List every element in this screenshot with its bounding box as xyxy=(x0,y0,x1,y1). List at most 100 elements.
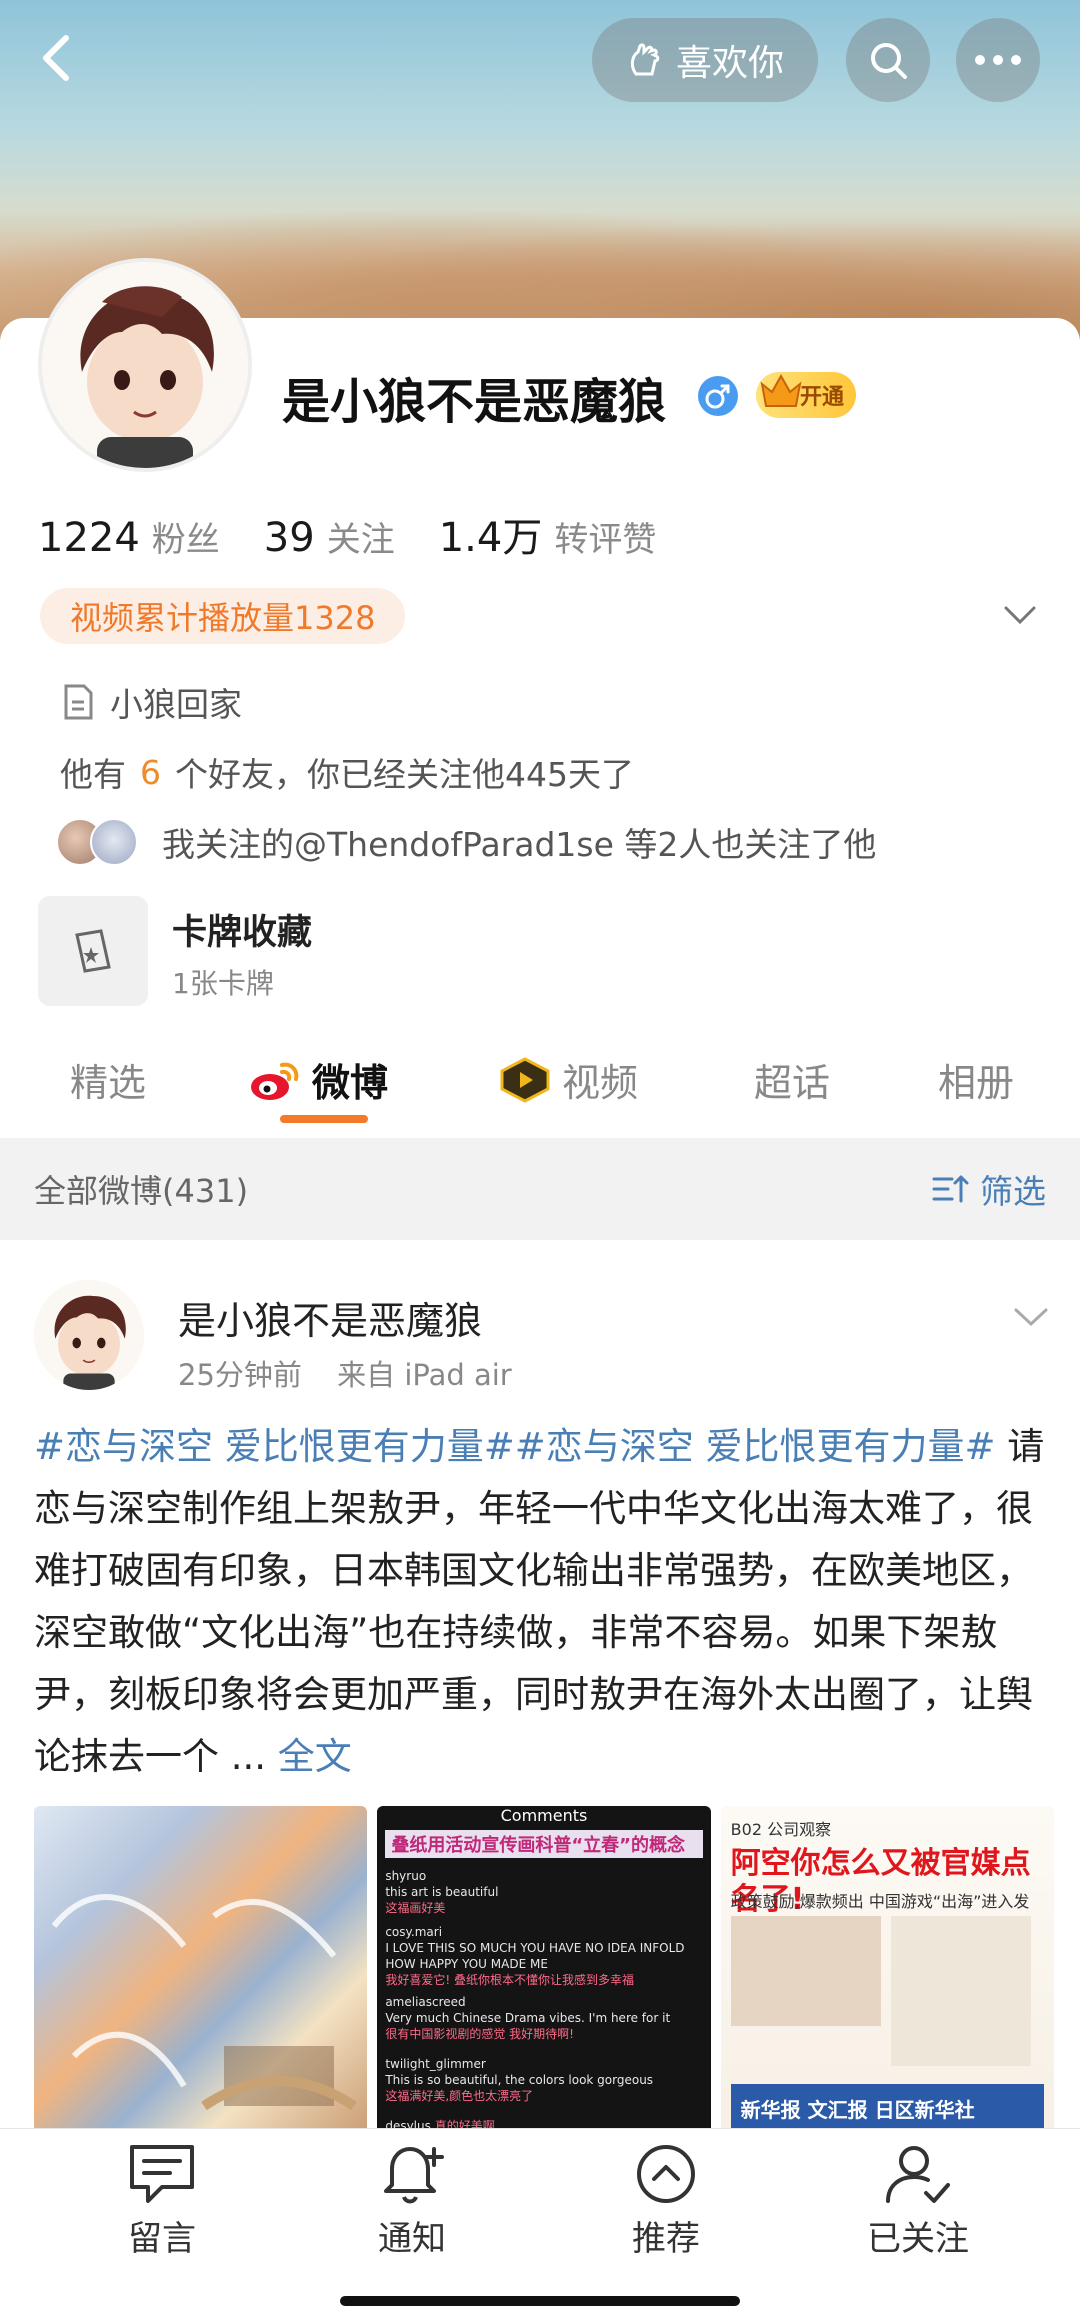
recommend-button[interactable]: 推荐 xyxy=(576,2141,756,2260)
tab-weibo[interactable]: 微博 xyxy=(248,1052,388,1107)
message-icon xyxy=(130,2145,194,2203)
like-you-label: 喜欢你 xyxy=(675,43,784,84)
post-time: 25分钟前 xyxy=(178,1358,302,1392)
post-author-name[interactable]: 是小狼不是恶魔狼 xyxy=(178,1290,482,1345)
post-options-chevron-icon[interactable] xyxy=(1010,1302,1052,1332)
profile-avatar[interactable] xyxy=(38,258,252,472)
recommend-icon xyxy=(637,2145,695,2203)
comment-user: shyruo xyxy=(385,1869,427,1883)
friends-row: 他有 6 个好友，你已经关注他445天了 xyxy=(60,748,634,796)
fans-label[interactable]: 粉丝 xyxy=(152,512,220,561)
message-label: 留言 xyxy=(128,2219,196,2259)
mutual-avatar xyxy=(90,818,138,866)
comment-user: cosy.mari xyxy=(385,1925,443,1939)
comment-user: ameliascreed xyxy=(385,1995,466,2009)
tab-video[interactable]: 视频 xyxy=(498,1052,638,1107)
recommend-label: 推荐 xyxy=(632,2219,700,2259)
friends-prefix: 他有 xyxy=(60,755,126,794)
comments-screenshot-headline: 叠纸用活动宣传画科普“立春”的概念 xyxy=(385,1830,703,1858)
mutual-follow-row[interactable]: 我关注的@ThendofParad1se 等2人也关注了他 xyxy=(56,818,876,866)
post-image-newspaper[interactable]: B02 公司观察 阿空你怎么又被官媒点名了! 政策鼓励,爆款频出 中国游戏“出海… xyxy=(720,1806,1054,2140)
tab-album[interactable]: 相册 xyxy=(938,1052,1014,1107)
weibo-post: 是小狼不是恶魔狼 25分钟前 来自 iPad air #恋与深空 爱比恨更有力量… xyxy=(0,1240,1080,2140)
following-label[interactable]: 关注 xyxy=(327,512,395,561)
filter-button[interactable]: 筛选 xyxy=(930,1165,1046,1213)
friends-count[interactable]: 6 xyxy=(140,753,161,792)
comment-text: Very much Chinese Drama vibes. I'm here … xyxy=(385,2011,671,2025)
tab-video-label: 视频 xyxy=(562,1061,639,1105)
post-source: 来自 iPad air xyxy=(337,1358,512,1392)
expand-profile-chevron-icon[interactable] xyxy=(1000,600,1040,630)
comment-text: This is so beautiful, the colors look go… xyxy=(385,2073,654,2087)
back-button[interactable] xyxy=(30,28,90,88)
comment-entry: twilight_glimmer This is so beautiful, t… xyxy=(385,2056,702,2104)
read-full-link[interactable]: 全文 xyxy=(266,1735,352,1778)
comment-user: twilight_glimmer xyxy=(385,2057,486,2071)
profile-tabs: 精选 微博 视频 超话 相册 xyxy=(0,1030,1080,1130)
reposts-likes-label: 转评赞 xyxy=(554,520,657,560)
message-button[interactable]: 留言 xyxy=(72,2141,252,2260)
hashtag-link[interactable]: #恋与深空 爱比恨更有力量# xyxy=(515,1425,996,1468)
card-collection-thumb[interactable] xyxy=(38,896,148,1006)
newspaper-image xyxy=(730,1916,881,2026)
mutual-avatars xyxy=(56,818,138,866)
following-count[interactable]: 39 xyxy=(264,515,315,561)
card-collection-title[interactable]: 卡牌收藏 xyxy=(172,904,312,955)
mutual-follow-text: 我关注的@ThendofParad1se 等2人也关注了他 xyxy=(162,825,877,864)
hand-heart-icon xyxy=(630,43,660,76)
tab-featured[interactable]: 精选 xyxy=(70,1052,146,1107)
post-author-avatar[interactable] xyxy=(34,1280,144,1390)
sort-filter-icon xyxy=(932,1175,969,1203)
newspaper-column xyxy=(890,1916,1031,2066)
comment-entry: ameliascreed Very much Chinese Drama vib… xyxy=(385,1994,702,2042)
all-weibo-count: 全部微博(431) xyxy=(34,1172,249,1210)
post-image-artwork[interactable] xyxy=(34,1806,368,2140)
comment-entry: cosy.mari I LOVE THIS SO MUCH YOU HAVE N… xyxy=(385,1924,702,1988)
comment-translation: 这福满好美,颜色也太漂亮了 xyxy=(385,2089,534,2103)
notify-label: 通知 xyxy=(378,2219,446,2259)
document-icon xyxy=(64,684,93,720)
more-button[interactable] xyxy=(956,18,1040,102)
comment-text: I LOVE THIS SO MUCH YOU HAVE NO IDEA INF… xyxy=(385,1941,685,1971)
post-image-comments[interactable]: Comments 叠纸用活动宣传画科普“立春”的概念 shyruo this a… xyxy=(377,1806,711,2140)
fans-count[interactable]: 1224 xyxy=(38,515,140,561)
tab-weibo-label: 微博 xyxy=(312,1061,389,1105)
more-dots-icon xyxy=(975,55,1021,65)
bio-row: 小狼回家 xyxy=(60,678,242,726)
comment-translation: 很有中国影视剧的感觉 我好期待啊! xyxy=(385,2027,574,2041)
card-collection-icon xyxy=(75,929,111,973)
crown-icon xyxy=(760,373,802,407)
comment-entry: shyruo this art is beautiful 这福画好美 xyxy=(385,1868,702,1916)
avatar-illustration xyxy=(42,262,248,468)
post-meta: 25分钟前 来自 iPad air xyxy=(178,1352,538,1394)
post-body: #恋与深空 爱比恨更有力量##恋与深空 爱比恨更有力量# 请恋与深空制作组上架敖… xyxy=(34,1416,1054,1788)
newspaper-footer: 新华报 文汇报 日区新华社 xyxy=(730,2084,1044,2132)
followed-label: 已关注 xyxy=(867,2219,969,2259)
followed-button[interactable]: 已关注 xyxy=(828,2141,1008,2260)
chevron-left-icon xyxy=(43,35,69,81)
tab-super-topic[interactable]: 超话 xyxy=(754,1052,830,1107)
video-plays-label: 视频累计播放量1328 xyxy=(70,599,376,637)
card-collection-subtitle: 1张卡牌 xyxy=(172,967,274,1000)
hashtag-link[interactable]: #恋与深空 爱比恨更有力量# xyxy=(34,1425,515,1468)
comment-translation: 这福画好美 xyxy=(385,1901,446,1915)
notify-button[interactable]: 通知 xyxy=(322,2141,502,2260)
reposts-likes-count: 1.4万 xyxy=(438,515,543,561)
active-tab-indicator xyxy=(280,1115,368,1123)
tab-featured-label: 精选 xyxy=(70,1061,147,1105)
feed-filter-bar: 全部微博(431) 筛选 xyxy=(0,1138,1080,1240)
comment-text: this art is beautiful xyxy=(385,1885,499,1899)
male-gender-icon xyxy=(698,376,738,416)
comment-translation: 我好喜爱它! 叠纸你根本不懂你让我感到多幸福 xyxy=(385,1973,634,1987)
search-button[interactable] xyxy=(846,18,930,102)
author-avatar-illustration xyxy=(34,1280,144,1390)
tab-super-topic-label: 超话 xyxy=(754,1061,831,1105)
artwork-figures xyxy=(51,1894,357,2111)
profile-stats: 1224 粉丝 39 关注 1.4万 转评赞 xyxy=(38,505,700,563)
weibo-logo-icon xyxy=(251,1062,299,1100)
video-plays-badge[interactable]: 视频累计播放量1328 xyxy=(40,588,406,644)
like-you-button[interactable]: 喜欢你 xyxy=(592,18,818,102)
tab-album-label: 相册 xyxy=(938,1061,1015,1105)
search-icon xyxy=(871,43,907,79)
followed-user-check-icon xyxy=(886,2146,950,2203)
